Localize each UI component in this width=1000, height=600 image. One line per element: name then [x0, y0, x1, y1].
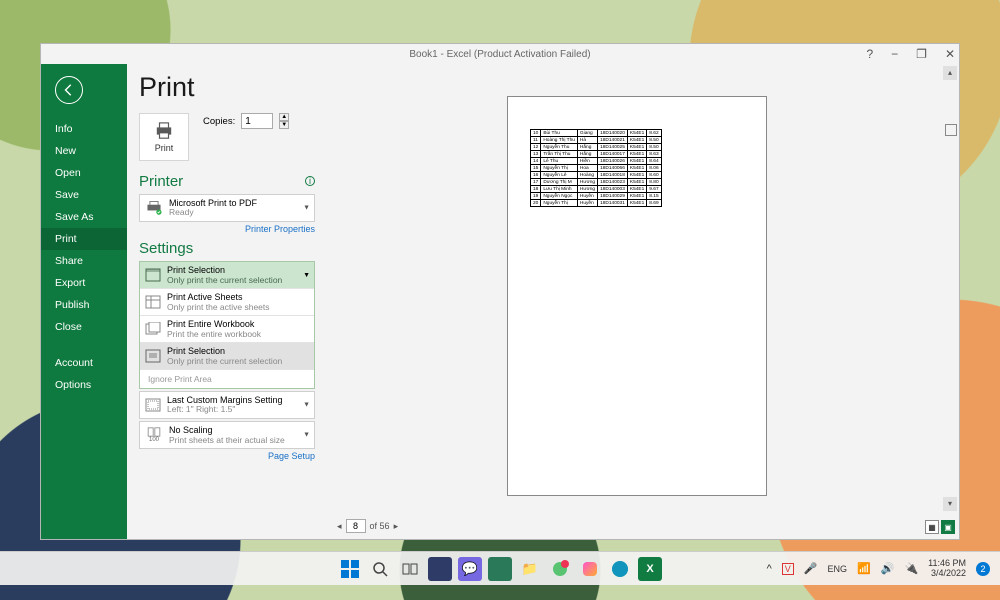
- window-title: Book1 - Excel (Product Activation Failed…: [409, 49, 590, 60]
- scroll-down-button[interactable]: ▾: [943, 497, 957, 511]
- page-setup-link[interactable]: Page Setup: [139, 451, 315, 461]
- windows-icon: [341, 560, 359, 578]
- sidebar-item-save[interactable]: Save: [41, 184, 127, 206]
- tray-notification-badge[interactable]: 2: [976, 562, 990, 576]
- taskbar-app-edge[interactable]: [608, 557, 632, 581]
- margins-selector[interactable]: Last Custom Margins Setting Left: 1" Rig…: [139, 391, 315, 419]
- start-button[interactable]: [338, 557, 362, 581]
- sidebar-item-options[interactable]: Options: [41, 374, 127, 396]
- help-icon[interactable]: ?: [866, 47, 873, 61]
- scroll-up-button[interactable]: ▴: [943, 66, 957, 80]
- chevron-down-icon: ▼: [303, 205, 310, 212]
- tray-lang[interactable]: ENG: [828, 564, 848, 574]
- tray-battery-icon[interactable]: 🔌: [904, 562, 918, 575]
- search-button[interactable]: [368, 557, 392, 581]
- dropdown-selected[interactable]: Print Selection Only print the current s…: [140, 262, 314, 288]
- copies-down[interactable]: ▼: [279, 121, 289, 129]
- show-margins-button[interactable]: ▦: [925, 520, 939, 534]
- sidebar-item-publish[interactable]: Publish: [41, 294, 127, 316]
- sidebar-item-close[interactable]: Close: [41, 316, 127, 338]
- back-button[interactable]: [55, 76, 83, 104]
- printer-properties-link[interactable]: Printer Properties: [139, 224, 315, 234]
- taskbar-app-2[interactable]: [488, 557, 512, 581]
- chevron-down-icon: ▼: [303, 272, 310, 279]
- taskbar-app-instagram[interactable]: [578, 557, 602, 581]
- dropdown-ignore-print-area[interactable]: Ignore Print Area: [140, 369, 314, 388]
- page-navigator: ◂ of 56 ▸: [337, 519, 398, 533]
- task-view-icon: [402, 561, 418, 577]
- tray-chevron-icon[interactable]: ^: [767, 563, 772, 575]
- scaling-icon: 100: [145, 426, 163, 444]
- printer-selector[interactable]: Microsoft Print to PDF Ready ▼: [139, 194, 315, 222]
- tray-app-icon[interactable]: V: [782, 563, 794, 575]
- page-title: Print: [139, 72, 315, 103]
- prev-page-button[interactable]: ◂: [337, 521, 342, 532]
- sidebar-item-print[interactable]: Print: [41, 228, 127, 250]
- margins-icon: [145, 398, 161, 412]
- printer-heading: Printer i: [139, 173, 315, 190]
- printer-icon: [153, 122, 175, 140]
- tray-clock[interactable]: 11:46 PM 3/4/2022: [928, 559, 966, 579]
- taskbar-app-explorer[interactable]: 📁: [518, 557, 542, 581]
- page-of-label: of 56: [370, 521, 390, 531]
- zoom-to-page-button[interactable]: ▣: [941, 520, 955, 534]
- dropdown-selected-sub: Only print the current selection: [167, 275, 282, 285]
- sidebar-item-new[interactable]: New: [41, 140, 127, 162]
- scaling-selector[interactable]: 100 No Scaling Print sheets at their act…: [139, 421, 315, 449]
- tray-mic-icon[interactable]: 🎤: [804, 562, 818, 575]
- tray-volume-icon[interactable]: 🔊: [881, 562, 895, 575]
- taskbar-app-excel[interactable]: X: [638, 557, 662, 581]
- dropdown-option-active-sheets[interactable]: Print Active Sheets Only print the activ…: [140, 288, 314, 315]
- dropdown-option-selection[interactable]: Print Selection Only print the current s…: [140, 342, 314, 369]
- dropdown-selected-title: Print Selection: [167, 265, 282, 275]
- print-backstage-main: Print Print Copies: ▲ ▼: [127, 64, 959, 539]
- taskbar: 💬 📁 X ^ V 🎤 ENG 📶 🔊 🔌 11:46 PM 3/4/2022 …: [0, 551, 1000, 585]
- tray-wifi-icon[interactable]: 📶: [857, 562, 871, 575]
- info-icon[interactable]: i: [305, 176, 315, 186]
- close-button[interactable]: ✕: [945, 47, 955, 61]
- copies-label: Copies:: [203, 116, 235, 127]
- workbook-icon: [145, 322, 161, 336]
- print-what-dropdown[interactable]: Print Selection Only print the current s…: [139, 261, 315, 389]
- title-bar: Book1 - Excel (Product Activation Failed…: [41, 44, 959, 64]
- taskbar-app-3[interactable]: [548, 557, 572, 581]
- minimize-button[interactable]: −: [891, 47, 898, 61]
- task-view-button[interactable]: [398, 557, 422, 581]
- print-preview-area: ▴ ▾ 10Bùi ThuGiang18D140020K54E18.6211Ho…: [327, 64, 959, 539]
- selection-icon: [145, 349, 161, 363]
- copies-input[interactable]: [241, 113, 273, 129]
- sidebar-item-saveas[interactable]: Save As: [41, 206, 127, 228]
- page-preview: 10Bùi ThuGiang18D140020K54E18.6211Hoàng …: [507, 96, 767, 496]
- taskbar-app-1[interactable]: [428, 557, 452, 581]
- sidebar-item-account[interactable]: Account: [41, 352, 127, 374]
- dropdown-option-entire-workbook[interactable]: Print Entire Workbook Print the entire w…: [140, 315, 314, 342]
- sidebar-item-info[interactable]: Info: [41, 118, 127, 140]
- backstage-sidebar: Info New Open Save Save As Print Share E…: [41, 64, 127, 539]
- copies-up[interactable]: ▲: [279, 113, 289, 121]
- chevron-down-icon: ▼: [303, 432, 310, 439]
- taskbar-app-teams[interactable]: 💬: [458, 557, 482, 581]
- next-page-button[interactable]: ▸: [394, 521, 399, 532]
- sidebar-item-share[interactable]: Share: [41, 250, 127, 272]
- settings-heading: Settings: [139, 240, 315, 257]
- printer-status-icon: [145, 199, 163, 217]
- sidebar-item-export[interactable]: Export: [41, 272, 127, 294]
- arrow-left-icon: [62, 83, 76, 97]
- search-icon: [372, 561, 388, 577]
- preview-thumb-marker: [945, 124, 957, 136]
- print-button[interactable]: Print: [139, 113, 189, 161]
- printer-status: Ready: [169, 208, 257, 218]
- restore-button[interactable]: ❐: [916, 47, 927, 61]
- page-number-input[interactable]: [346, 519, 366, 533]
- sheet-icon: [145, 268, 161, 282]
- preview-table: 10Bùi ThuGiang18D140020K54E18.6211Hoàng …: [530, 129, 662, 207]
- print-button-label: Print: [155, 143, 174, 153]
- sidebar-item-open[interactable]: Open: [41, 162, 127, 184]
- sheet-icon: [145, 295, 161, 309]
- chevron-down-icon: ▼: [303, 402, 310, 409]
- excel-window: Book1 - Excel (Product Activation Failed…: [40, 43, 960, 540]
